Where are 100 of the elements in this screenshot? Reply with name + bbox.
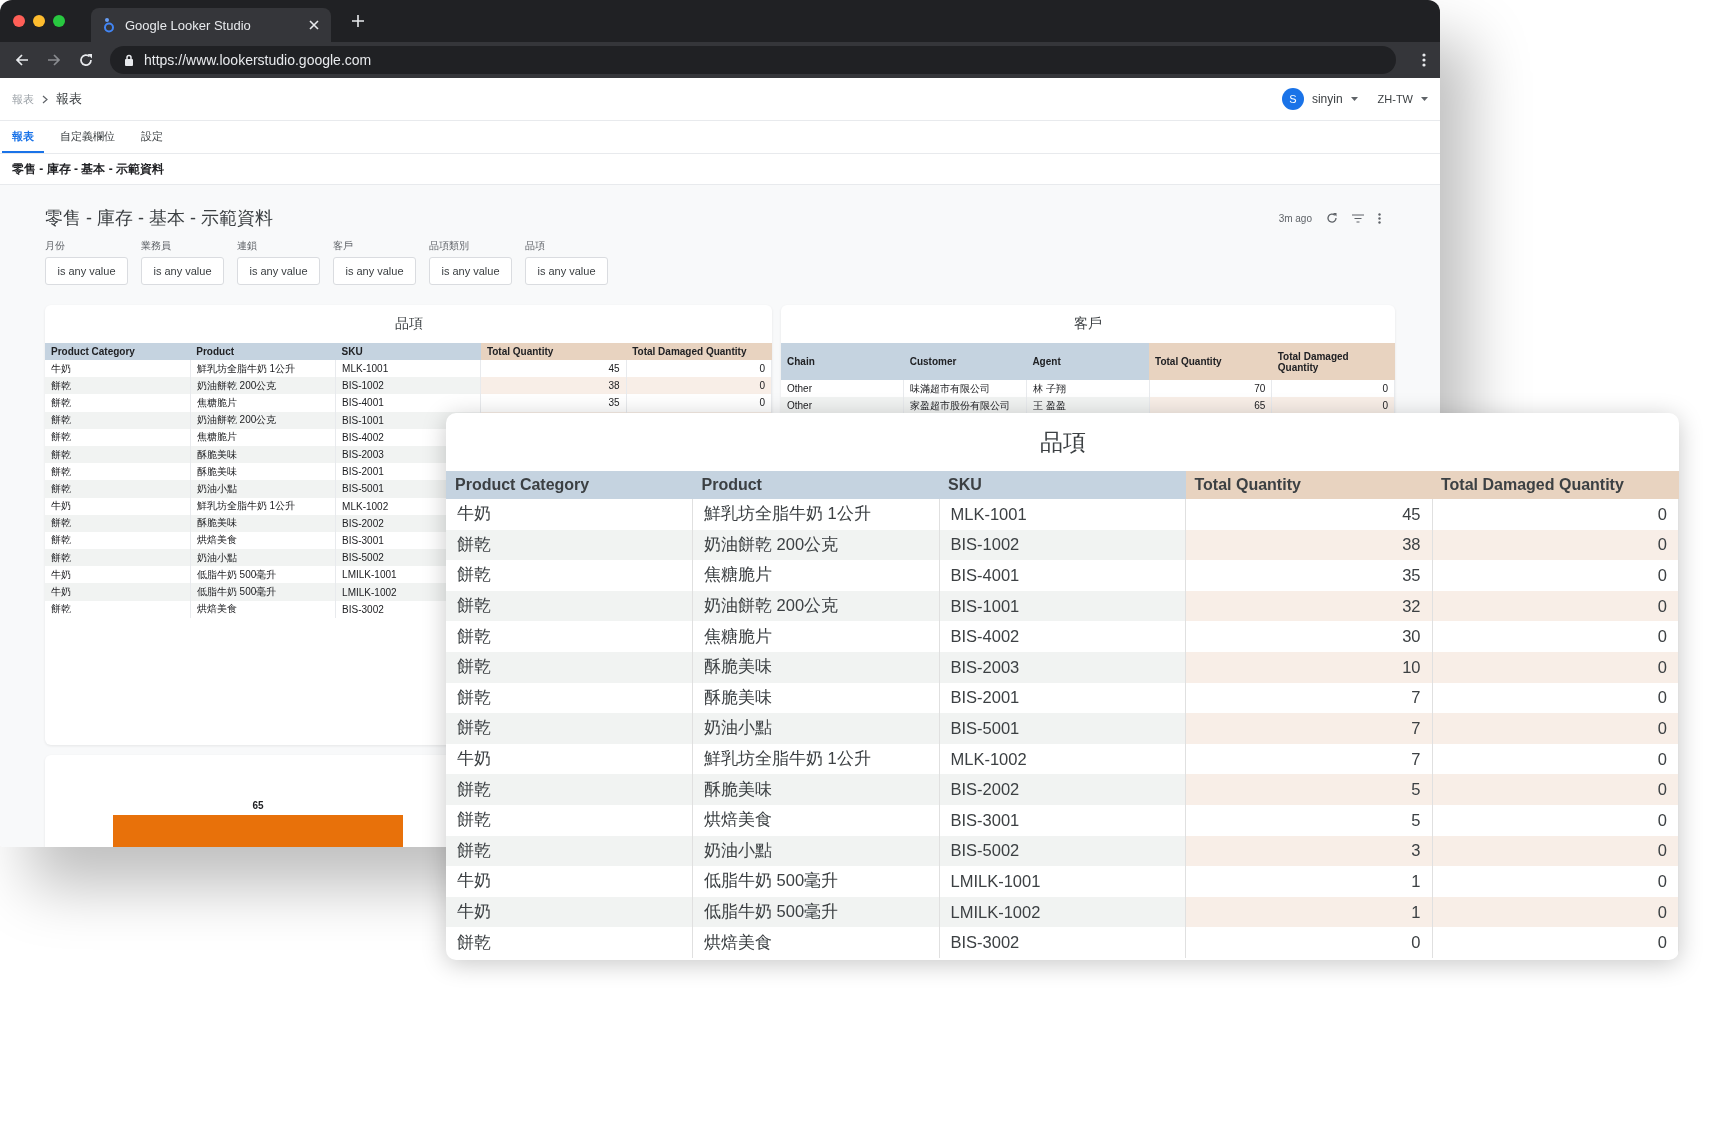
table-cell: 牛奶 xyxy=(446,866,693,897)
table-cell: 0 xyxy=(1432,651,1679,683)
table-cell: BIS-3002 xyxy=(939,927,1186,958)
more-icon[interactable] xyxy=(1378,212,1381,224)
table-cell: 0 xyxy=(626,377,772,395)
browser-tab[interactable]: Google Looker Studio xyxy=(91,8,331,42)
table-cell: 鮮乳坊全脂牛奶 1公升 xyxy=(692,499,939,530)
back-arrow-icon[interactable] xyxy=(14,52,30,68)
table-cell: BIS-3001 xyxy=(939,804,1186,836)
filter-icon[interactable] xyxy=(1352,213,1364,223)
table-cell: 奶油小點 xyxy=(190,480,336,498)
column-header[interactable]: SKU xyxy=(939,471,1186,499)
column-header[interactable]: Product Category xyxy=(446,471,693,499)
breadcrumb-current: 報表 xyxy=(56,90,82,108)
table-cell: BIS-4002 xyxy=(939,621,1186,652)
user-name[interactable]: sinyin xyxy=(1311,92,1343,106)
table-cell: BIS-1002 xyxy=(335,377,481,395)
close-icon[interactable] xyxy=(309,20,319,30)
column-header[interactable]: Customer xyxy=(903,343,1027,380)
table-cell: 0 xyxy=(1432,560,1679,591)
filter-chip[interactable]: is any value xyxy=(45,257,128,285)
table-title: 客戶 xyxy=(1073,314,1103,333)
table-cell: MLK-1001 xyxy=(939,499,1186,530)
table-cell: 38 xyxy=(480,377,627,395)
table-cell: 奶油小點 xyxy=(692,713,939,744)
updated-time: 3m ago xyxy=(1278,212,1312,224)
table-cell: 0 xyxy=(1432,896,1679,928)
tab[interactable]: 設定 xyxy=(131,121,173,153)
plus-icon[interactable] xyxy=(351,14,365,28)
table-cell: 35 xyxy=(480,394,627,412)
user-avatar[interactable]: S xyxy=(1281,88,1304,110)
table-cell: 酥脆美味 xyxy=(190,445,336,464)
table-cell: BIS-2002 xyxy=(939,774,1186,805)
table-cell: 餅乾 xyxy=(45,549,191,567)
column-header[interactable]: Chain xyxy=(781,343,904,380)
table-cell: 5 xyxy=(1185,804,1432,836)
table-cell: BIS-5001 xyxy=(939,713,1186,744)
forward-arrow-icon[interactable] xyxy=(46,52,62,68)
table-cell: 3 xyxy=(1185,835,1432,867)
filter-chip[interactable]: is any value xyxy=(429,257,512,285)
caret-icon[interactable] xyxy=(1350,97,1358,101)
table-cell: LMILK-1001 xyxy=(939,866,1186,897)
column-header[interactable]: Total Damaged Quantity xyxy=(626,343,772,360)
table-cell: 0 xyxy=(1185,927,1432,958)
tab[interactable]: 自定義欄位 xyxy=(50,121,125,153)
filter-chip[interactable]: is any value xyxy=(141,257,224,285)
table-cell: 0 xyxy=(1432,590,1679,622)
column-header[interactable]: Total Damaged Quantity xyxy=(1271,343,1395,380)
language-menu[interactable]: ZH-TW xyxy=(1377,93,1413,105)
filter-label: 品項類別 xyxy=(429,239,470,253)
table-cell: 5 xyxy=(1185,774,1432,805)
table-cell: 0 xyxy=(1432,713,1679,744)
column-header[interactable]: Total Damaged Quantity xyxy=(1432,471,1679,499)
table-cell: 低脂牛奶 500毫升 xyxy=(692,866,939,897)
table-cell: 烘焙美食 xyxy=(692,804,939,836)
table-cell: 餅乾 xyxy=(45,480,191,498)
column-header[interactable]: Total Quantity xyxy=(1149,343,1272,380)
table-title: 品項 xyxy=(393,314,424,333)
maximize-window-icon[interactable] xyxy=(53,15,65,27)
column-header[interactable]: Product Category xyxy=(45,343,191,360)
table-cell: 酥脆美味 xyxy=(190,514,336,532)
table-cell: 32 xyxy=(1185,590,1432,622)
filter-chip[interactable]: is any value xyxy=(525,257,608,285)
column-header[interactable]: SKU xyxy=(335,343,481,360)
filter-label: 業務員 xyxy=(141,239,172,253)
column-header[interactable]: Agent xyxy=(1026,343,1150,380)
table-cell: 餅乾 xyxy=(45,445,191,464)
table-cell: LMILK-1002 xyxy=(939,896,1186,928)
minimize-window-icon[interactable] xyxy=(33,15,45,27)
table-cell: 焦糖脆片 xyxy=(692,560,939,591)
column-header[interactable]: Product xyxy=(190,343,336,360)
table-cell: 牛奶 xyxy=(45,583,191,601)
column-header[interactable]: Product xyxy=(692,471,939,499)
more-icon[interactable] xyxy=(1422,52,1426,68)
table-cell: 10 xyxy=(1185,651,1432,683)
close-window-icon[interactable] xyxy=(13,15,25,27)
table-cell: 0 xyxy=(1432,621,1679,652)
table-cell: 30 xyxy=(1185,621,1432,652)
column-header[interactable]: Total Quantity xyxy=(480,343,627,360)
table-cell: 餅乾 xyxy=(45,428,191,446)
table-cell: 餅乾 xyxy=(446,590,693,622)
table-cell: 7 xyxy=(1185,713,1432,744)
table-cell: 餅乾 xyxy=(446,651,693,683)
reload-icon[interactable] xyxy=(78,52,94,68)
table-cell: 奶油餅乾 200公克 xyxy=(692,529,939,561)
refresh-icon[interactable] xyxy=(1326,212,1338,224)
caret-icon[interactable] xyxy=(1421,97,1428,101)
table-cell: 奶油餅乾 200公克 xyxy=(692,590,939,622)
table-cell: BIS-4001 xyxy=(335,394,481,412)
lock-icon xyxy=(124,54,134,66)
filter-label: 客戶 xyxy=(333,239,354,253)
table-cell: 0 xyxy=(626,394,772,412)
column-header[interactable]: Total Quantity xyxy=(1185,471,1432,499)
filter-chip[interactable]: is any value xyxy=(333,257,416,285)
filter-label: 品項 xyxy=(525,239,546,253)
filter-chip[interactable]: is any value xyxy=(237,257,320,285)
chevron-icon xyxy=(42,94,48,104)
tab[interactable]: 報表 xyxy=(2,121,44,153)
address-field[interactable]: https://www.lookerstudio.google.com xyxy=(110,46,1396,74)
table-cell: 0 xyxy=(1432,774,1679,805)
